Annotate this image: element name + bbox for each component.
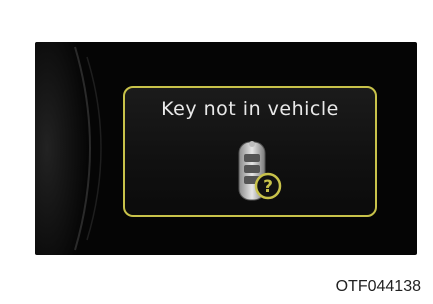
smart-key-question-icon: ?	[238, 141, 282, 201]
cluster-display: Key not in vehicle ?	[35, 42, 417, 255]
figure-code: OTF044138	[335, 278, 421, 295]
warning-message: Key not in vehicle	[161, 98, 339, 120]
warning-popup: Key not in vehicle ?	[123, 86, 377, 217]
question-badge-glyph: ?	[263, 177, 273, 197]
